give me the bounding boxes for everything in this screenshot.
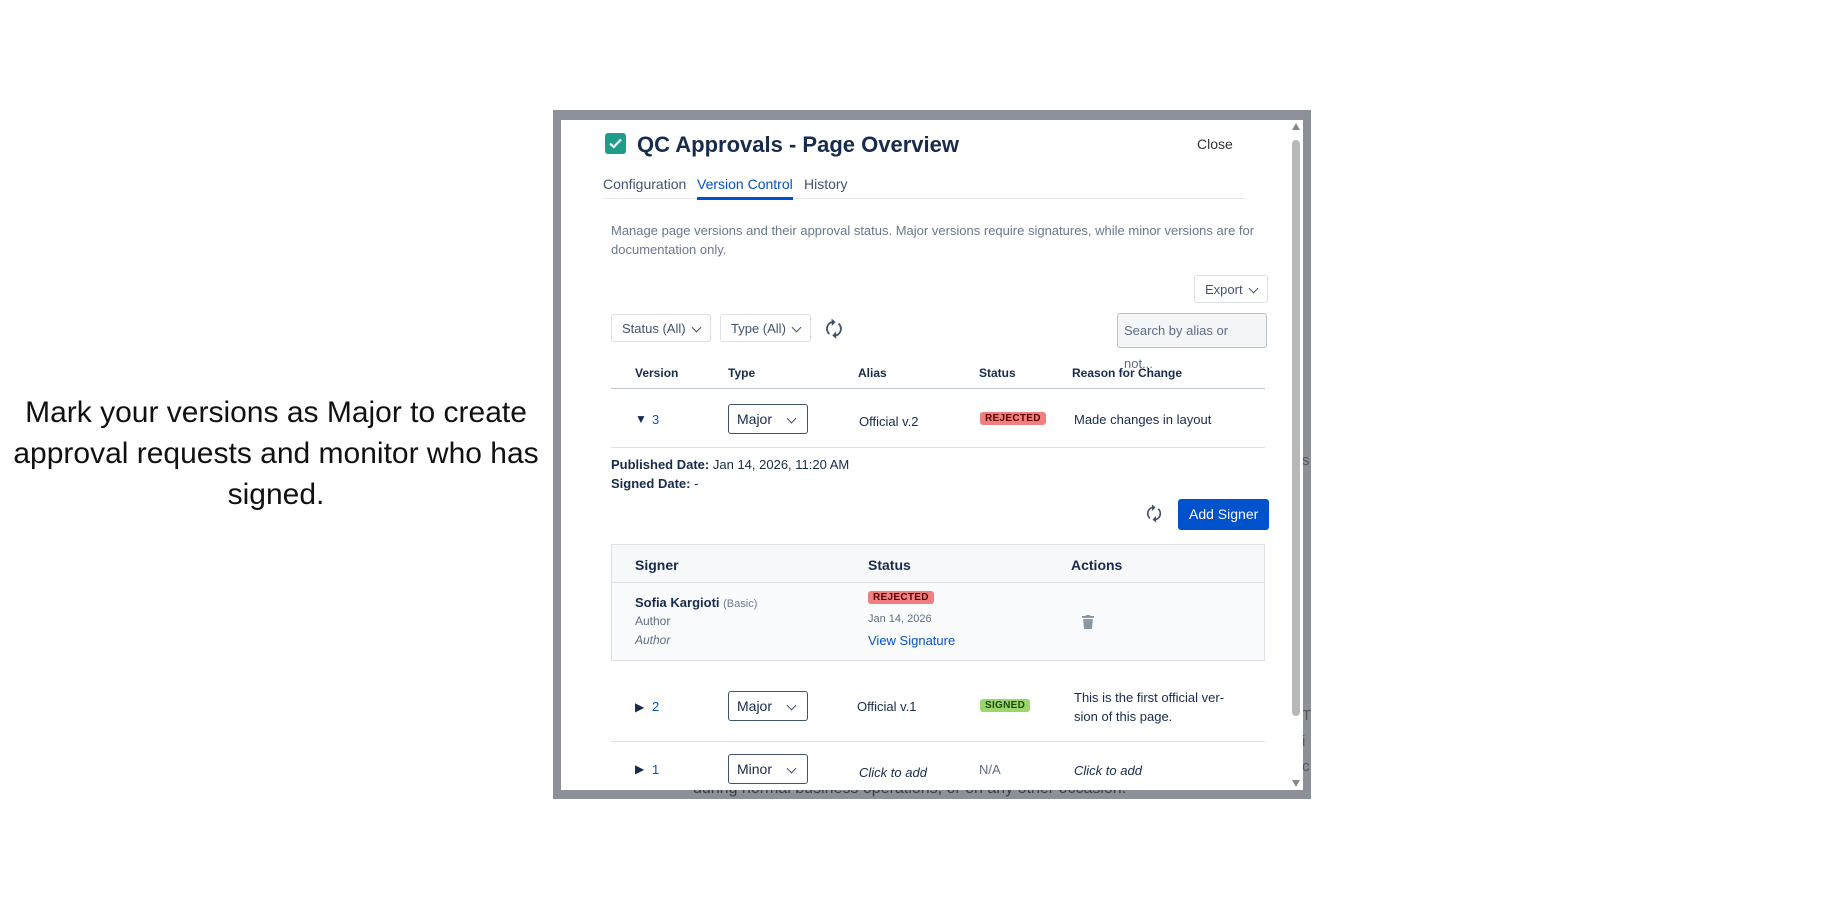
search-input[interactable]: Search by alias or not... bbox=[1117, 313, 1267, 371]
type-select-value: Major bbox=[737, 698, 773, 714]
column-header-reason: Reason for Change bbox=[1072, 366, 1183, 380]
status-filter-label: Status (All) bbox=[622, 321, 686, 336]
chevron-down-icon bbox=[786, 413, 797, 424]
signed-date: Signed Date: - bbox=[611, 476, 698, 491]
column-header-type: Type bbox=[728, 366, 756, 380]
signer-date: Jan 14, 2026 bbox=[868, 613, 932, 625]
description-text: Manage page versions and their approval … bbox=[611, 223, 1255, 257]
version-link[interactable]: 3 bbox=[652, 412, 659, 427]
type-filter-label: Type (All) bbox=[731, 321, 786, 336]
published-date-label: Published Date: bbox=[611, 457, 710, 472]
tab-version-control[interactable]: Version Control bbox=[697, 176, 793, 200]
chevron-down-icon bbox=[1248, 283, 1259, 294]
signer-license: (Basic) bbox=[723, 598, 758, 610]
row-divider bbox=[611, 447, 1265, 448]
reason-click-to-add[interactable]: Click to add bbox=[1074, 763, 1142, 778]
type-select-value: Major bbox=[737, 411, 773, 427]
signed-date-label: Signed Date: bbox=[611, 476, 691, 491]
column-header-status: Status bbox=[979, 366, 1016, 380]
trash-icon[interactable] bbox=[1082, 615, 1094, 634]
reason-cell[interactable]: Made changes in layout bbox=[1074, 412, 1211, 427]
signer-status-column-header: Status bbox=[868, 557, 911, 573]
expanded-arrow-icon[interactable]: ▼ bbox=[635, 412, 647, 426]
type-select[interactable]: Minor bbox=[728, 754, 808, 784]
type-filter-dropdown[interactable]: Type (All) bbox=[720, 314, 811, 342]
tab-configuration[interactable]: Configuration bbox=[603, 176, 686, 197]
signer-status-badge: REJECTED bbox=[868, 591, 934, 604]
column-header-version: Version bbox=[635, 366, 679, 380]
actions-column-header: Actions bbox=[1071, 557, 1123, 573]
header-divider bbox=[611, 388, 1265, 389]
signed-date-value: - bbox=[694, 476, 699, 491]
background-edge-char: c bbox=[1302, 758, 1310, 775]
reason-cell-line[interactable]: sion of this page. bbox=[1074, 709, 1172, 724]
chevron-down-icon bbox=[786, 700, 797, 711]
collapsed-arrow-icon[interactable]: ▶ bbox=[635, 700, 644, 714]
type-select-value: Minor bbox=[737, 761, 773, 777]
status-na: N/A bbox=[979, 762, 1001, 777]
qc-approvals-modal: QC Approvals - Page Overview Close Confi… bbox=[561, 120, 1303, 790]
chevron-down-icon bbox=[786, 763, 797, 774]
alias-click-to-add[interactable]: Click to add bbox=[859, 765, 927, 780]
add-signer-button[interactable]: Add Signer bbox=[1178, 499, 1270, 530]
tab-history[interactable]: History bbox=[804, 176, 848, 197]
status-badge: SIGNED bbox=[980, 699, 1031, 712]
column-header-alias: Alias bbox=[858, 366, 887, 380]
refresh-icon[interactable]: 🗘 bbox=[825, 315, 843, 349]
published-date: Published Date: Jan 14, 2026, 11:20 AM bbox=[611, 457, 849, 472]
signer-table: Signer Status Actions Sofia Kargioti (Ba… bbox=[611, 544, 1265, 661]
export-label: Export bbox=[1205, 282, 1243, 297]
view-signature-link[interactable]: View Signature bbox=[868, 633, 955, 648]
row-divider bbox=[611, 741, 1265, 742]
signer-column-header: Signer bbox=[635, 557, 679, 573]
chevron-down-icon bbox=[791, 322, 802, 333]
reason-cell-line[interactable]: This is the first official ver- bbox=[1074, 690, 1224, 705]
status-badge: REJECTED bbox=[980, 412, 1046, 425]
signer-name: Sofia Kargioti (Basic) bbox=[635, 595, 757, 610]
background-edge-char: s bbox=[1302, 452, 1310, 469]
scroll-up-icon[interactable] bbox=[1292, 123, 1300, 130]
signer-name-text: Sofia Kargioti bbox=[635, 595, 720, 610]
signer-role-italic: Author bbox=[635, 633, 671, 647]
type-select[interactable]: Major bbox=[728, 404, 808, 434]
background-edge-char: T bbox=[1302, 707, 1312, 724]
version-link[interactable]: 2 bbox=[652, 699, 659, 714]
refresh-signers-icon[interactable]: 🗘 bbox=[1146, 502, 1162, 532]
caption-text: Mark your versions as Major to create ap… bbox=[13, 396, 539, 511]
published-date-value: Jan 14, 2026, 11:20 AM bbox=[712, 457, 850, 472]
modal-title: QC Approvals - Page Overview bbox=[637, 132, 959, 157]
chevron-down-icon bbox=[691, 322, 702, 333]
version-link[interactable]: 1 bbox=[652, 762, 659, 777]
close-button[interactable]: Close bbox=[1197, 136, 1233, 152]
alias-cell[interactable]: Official v.2 bbox=[859, 414, 918, 429]
scroll-down-icon[interactable] bbox=[1292, 780, 1300, 787]
type-select[interactable]: Major bbox=[728, 691, 808, 721]
signer-table-header bbox=[612, 545, 1264, 583]
export-button[interactable]: Export bbox=[1194, 275, 1268, 303]
signer-role: Author bbox=[635, 614, 671, 628]
checkbox-icon bbox=[605, 133, 626, 154]
status-filter-dropdown[interactable]: Status (All) bbox=[611, 314, 711, 342]
alias-cell[interactable]: Official v.1 bbox=[857, 699, 916, 714]
scroll-thumb[interactable] bbox=[1292, 140, 1300, 716]
collapsed-arrow-icon[interactable]: ▶ bbox=[635, 762, 644, 776]
modal-scrollbar[interactable] bbox=[1289, 120, 1303, 790]
